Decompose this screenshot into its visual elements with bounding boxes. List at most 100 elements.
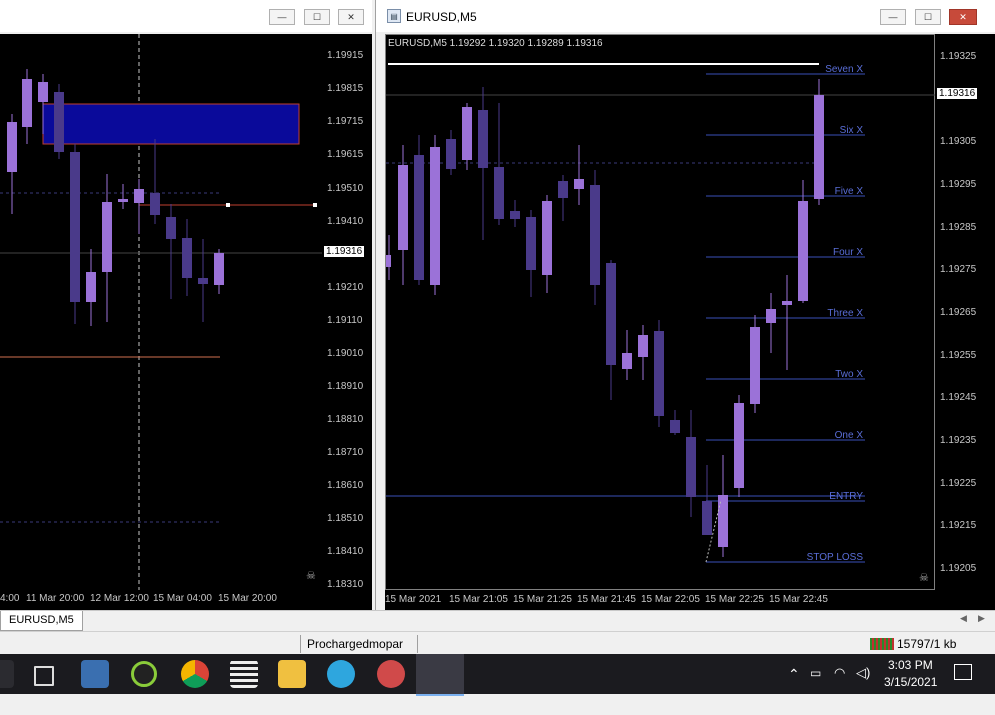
telegram-icon[interactable] — [327, 660, 355, 688]
wifi-icon[interactable]: ◠ — [834, 665, 845, 705]
battery-icon[interactable]: ▭ — [810, 666, 821, 706]
expert-icon: ☠ — [919, 572, 929, 584]
right-chart-window: ▤ EURUSD,M5 — ☐ ✕ EURUSD,M5 1.19292 1.19… — [375, 0, 995, 610]
price-label: 1.19265 — [940, 307, 977, 318]
price-label: 1.18310 — [327, 579, 364, 590]
price-label: 1.18510 — [327, 513, 364, 524]
status-bar: Prochargedmopar 15797/1 kb — [0, 631, 995, 656]
metatrader-icon[interactable] — [416, 654, 464, 696]
left-chart-svg: ☠ — [0, 34, 322, 590]
level-label: Five X — [835, 186, 864, 197]
price-label: 1.19325 — [940, 51, 977, 62]
level-label: Three X — [827, 308, 863, 319]
level-label: ENTRY — [829, 491, 863, 502]
tray-chevron-icon[interactable]: ⌃ — [788, 666, 800, 706]
level-label: Six X — [840, 125, 864, 136]
time-label: 15 Mar 21:05 — [449, 594, 508, 605]
maximize-button[interactable]: ☐ — [915, 9, 941, 25]
left-price-axis: 1.19915 1.19815 1.19715 1.19615 1.19510 … — [322, 34, 372, 590]
price-label: 1.19410 — [327, 216, 364, 227]
current-price-label: 1.19316 — [324, 246, 365, 257]
close-button[interactable]: ✕ — [949, 9, 977, 25]
profile-name: Prochargedmopar — [300, 635, 417, 653]
price-label: 1.19915 — [327, 50, 364, 61]
calculator-icon[interactable] — [230, 660, 258, 688]
price-label: 1.19715 — [327, 116, 364, 127]
chart-header: EURUSD,M5 1.19292 1.19320 1.19289 1.1931… — [388, 38, 603, 49]
price-label: 1.19235 — [940, 435, 977, 446]
time-label: 15 Mar 2021 — [385, 594, 442, 605]
price-label: 1.19225 — [940, 478, 977, 489]
left-chart-window: — ☐ ✕ ☠ 1.19915 1.19815 1.19715 1.19615 … — [0, 0, 372, 610]
chart-tabs: EURUSD,M5 ◀ ▶ — [0, 610, 995, 631]
level-label: Four X — [833, 247, 863, 258]
right-time-axis: 15 Mar 2021 15 Mar 21:05 15 Mar 21:25 15… — [385, 590, 995, 610]
time-label: 15 Mar 22:25 — [705, 594, 764, 605]
price-label: 1.19275 — [940, 264, 977, 275]
price-label: 1.19295 — [940, 179, 977, 190]
level-label: STOP LOSS — [807, 552, 864, 563]
windows-taskbar: ⌃ ▭ ◠ ◁) 3:03 PM 3/15/2021 — [0, 654, 995, 696]
price-label: 1.18910 — [327, 381, 364, 392]
price-label: 1.19110 — [327, 315, 363, 326]
price-label: 1.19215 — [940, 520, 977, 531]
maximize-button[interactable]: ☐ — [304, 9, 330, 25]
connection-status: 15797/1 kb — [897, 637, 957, 651]
windows-icon[interactable] — [0, 660, 14, 688]
scroll-right-icon[interactable]: ▶ — [978, 613, 985, 624]
expert-icon: ☠ — [306, 570, 316, 582]
price-label: 1.19285 — [940, 222, 977, 233]
price-label: 1.18410 — [327, 546, 364, 557]
right-chart-svg: EURUSD,M5 1.19292 1.19320 1.19289 1.1931… — [386, 38, 936, 584]
price-label: 1.19305 — [940, 136, 977, 147]
file-explorer-icon[interactable] — [278, 660, 306, 688]
price-label: 1.19255 — [940, 350, 977, 361]
chrome-icon[interactable] — [181, 660, 209, 688]
time-label: 11 Mar 20:00 — [26, 593, 85, 604]
volume-icon[interactable]: ◁) — [856, 665, 870, 705]
price-label: 1.18610 — [327, 480, 364, 491]
time-label: 15 Mar 21:45 — [577, 594, 636, 605]
price-label: 1.19205 — [940, 563, 977, 574]
time-label: 15 Mar 22:45 — [769, 594, 828, 605]
price-label: 1.18810 — [327, 414, 364, 425]
status-spacer — [417, 635, 854, 653]
level-label: One X — [835, 430, 864, 441]
price-label: 1.19245 — [940, 392, 977, 403]
time-label: 12 Mar 12:00 — [90, 593, 149, 604]
task-view-icon[interactable] — [34, 666, 54, 686]
tab-eurusd-m5[interactable]: EURUSD,M5 — [0, 611, 83, 631]
left-time-axis: 4:00 11 Mar 20:00 12 Mar 12:00 15 Mar 04… — [0, 590, 372, 610]
time-label: 15 Mar 21:25 — [513, 594, 572, 605]
chart-window-icon: ▤ — [387, 9, 401, 23]
right-title-bar: ▤ EURUSD,M5 — ☐ ✕ — [376, 0, 995, 32]
minimize-button[interactable]: — — [269, 9, 295, 25]
target-levels — [386, 73, 865, 563]
time-label: 4:00 — [0, 593, 20, 604]
time-label: 15 Mar 22:05 — [641, 594, 700, 605]
control-panel-icon[interactable] — [81, 660, 109, 688]
close-button[interactable]: ✕ — [338, 9, 364, 25]
price-label: 1.19815 — [327, 83, 364, 94]
left-chart-canvas[interactable]: ☠ — [0, 34, 322, 590]
connection-bars-icon — [870, 638, 894, 650]
minimize-button[interactable]: — — [880, 9, 906, 25]
current-price-label: 1.19316 — [937, 88, 978, 99]
time-label: 15 Mar 04:00 — [153, 593, 212, 604]
time-label: 15 Mar 20:00 — [218, 593, 277, 604]
left-title-bar: — ☐ ✕ — [0, 0, 372, 32]
level-label: Two X — [835, 369, 863, 380]
price-label: 1.19510 — [327, 183, 364, 194]
right-chart-canvas[interactable]: EURUSD,M5 1.19292 1.19320 1.19289 1.1931… — [385, 34, 936, 590]
price-label: 1.19210 — [327, 282, 364, 293]
scroll-left-icon[interactable]: ◀ — [960, 613, 967, 624]
window-title: EURUSD,M5 — [406, 10, 477, 24]
clock-date[interactable]: 3/15/2021 — [884, 675, 937, 715]
price-label: 1.19010 — [327, 348, 364, 359]
notifications-icon[interactable] — [954, 664, 972, 680]
level-label: Seven X — [825, 64, 863, 75]
app-n-icon[interactable] — [131, 661, 157, 687]
snipping-icon[interactable] — [377, 660, 405, 688]
price-label: 1.19615 — [327, 149, 364, 160]
right-price-axis: 1.19325 1.19316 1.19305 1.19295 1.19285 … — [935, 34, 995, 590]
